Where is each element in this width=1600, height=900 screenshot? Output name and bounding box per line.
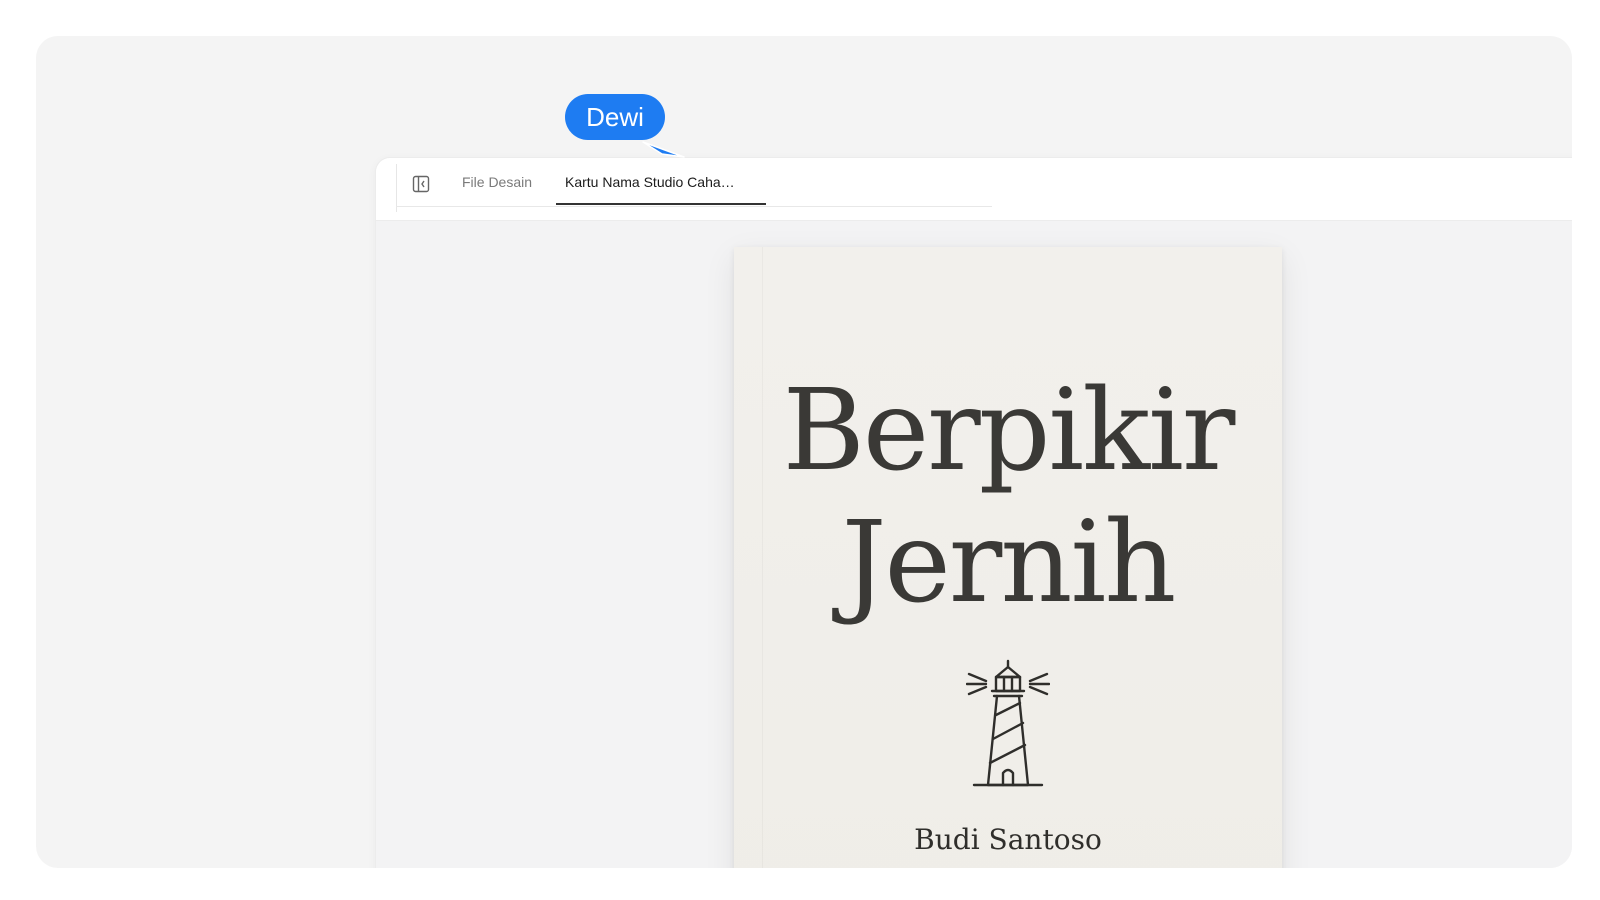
book-cover[interactable]: Berpikir Jernih Budi Santoso <box>734 247 1282 868</box>
presentation-stage: File Desain Kartu Nama Studio Caha… Berp… <box>36 36 1572 868</box>
tab-bar: File Desain Kartu Nama Studio Caha… <box>376 158 1572 221</box>
active-tab-indicator <box>556 203 766 205</box>
design-app-window: File Desain Kartu Nama Studio Caha… Berp… <box>376 158 1572 868</box>
tab-bar-divider <box>396 164 397 212</box>
tab-bar-rule <box>396 206 992 207</box>
book-author: Budi Santoso <box>914 823 1102 856</box>
design-canvas[interactable]: Berpikir Jernih Budi Santoso <box>376 221 1572 868</box>
book-title-line-1: Berpikir <box>782 366 1236 496</box>
sidebar-toggle-button[interactable] <box>411 174 431 194</box>
tab-file-desain[interactable]: File Desain <box>462 158 532 206</box>
lighthouse-icon <box>966 659 1050 787</box>
sidebar-toggle-icon <box>412 175 430 193</box>
book-title-line-2: Jernih <box>841 498 1177 628</box>
book-title: Berpikir Jernih <box>734 365 1282 629</box>
collaborator-cursor-label: Dewi <box>565 94 665 140</box>
tab-kartu-nama[interactable]: Kartu Nama Studio Caha… <box>556 158 766 206</box>
